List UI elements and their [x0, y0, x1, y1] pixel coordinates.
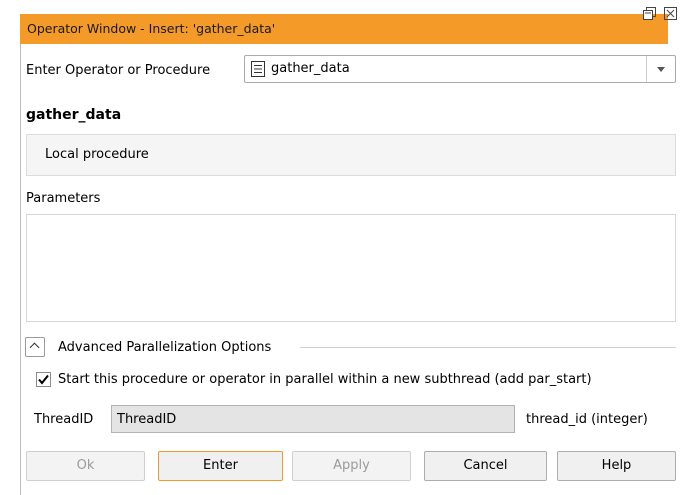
divider [300, 347, 676, 348]
document-icon [251, 61, 265, 77]
operator-description-box: Local procedure [26, 134, 676, 176]
help-button[interactable]: Help [557, 451, 676, 481]
cancel-button[interactable]: Cancel [424, 451, 547, 481]
thread-id-type: thread_id (integer) [526, 412, 648, 427]
title-bar: Operator Window - Insert: 'gather_data' [20, 14, 668, 44]
operator-select[interactable]: gather_data [244, 55, 676, 83]
operator-name: gather_data [26, 107, 122, 123]
thread-id-label: ThreadID [34, 412, 94, 427]
float-icon[interactable] [642, 7, 656, 21]
close-icon[interactable] [663, 7, 677, 21]
thread-id-field[interactable]: ThreadID [111, 405, 515, 433]
enter-button[interactable]: Enter [158, 451, 283, 481]
parameters-label: Parameters [26, 191, 101, 206]
operator-select-label: Enter Operator or Procedure [26, 63, 211, 78]
window-title: Operator Window - Insert: 'gather_data' [27, 21, 276, 36]
operator-select-value: gather_data [271, 61, 350, 76]
ok-button[interactable]: Ok [26, 451, 145, 481]
parallel-checkbox-label: Start this procedure or operator in para… [58, 372, 592, 387]
operator-description: Local procedure [45, 147, 149, 162]
thread-id-value: ThreadID [117, 412, 177, 427]
parallel-checkbox[interactable] [36, 372, 51, 387]
advanced-options-label: Advanced Parallelization Options [58, 340, 272, 355]
apply-button[interactable]: Apply [292, 451, 411, 481]
parameters-panel [26, 214, 676, 322]
collapse-toggle-icon[interactable] [25, 337, 45, 357]
chevron-down-icon[interactable] [646, 56, 675, 82]
